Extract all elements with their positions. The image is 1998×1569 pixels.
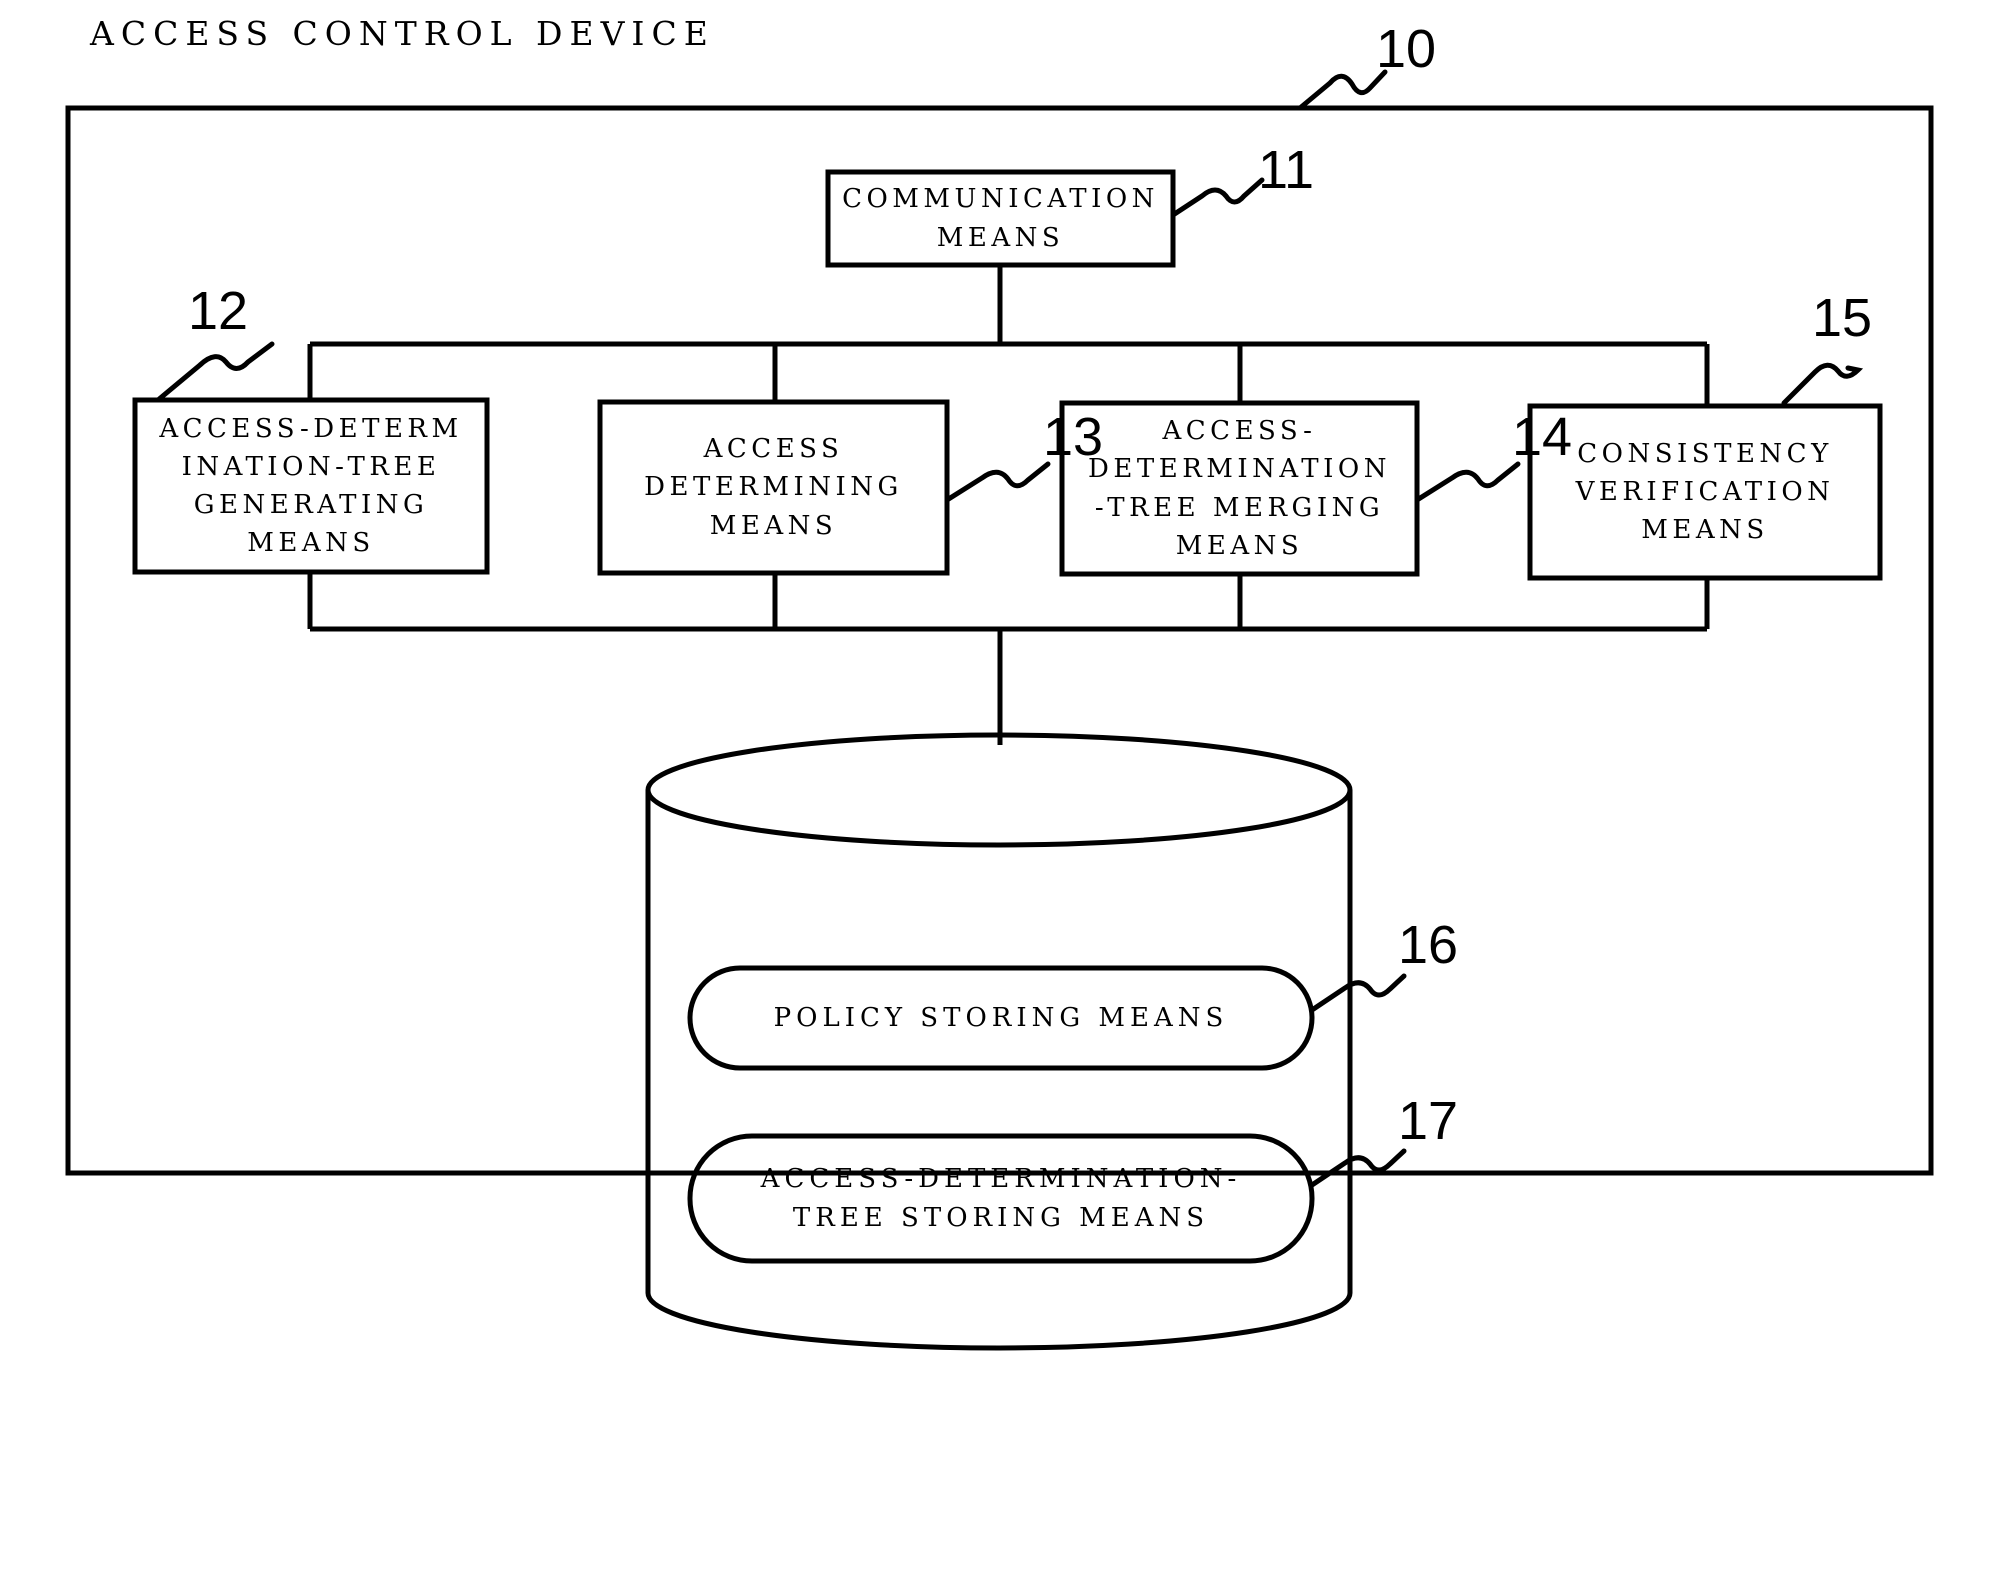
- ref-numeral-10: 10: [1376, 19, 1437, 79]
- policy-storing-means-block: POLICY STORING MEANS: [690, 968, 1312, 1068]
- tree-storing-means-block: ACCESS-DETERMINATION- TREE STORING MEANS: [690, 1136, 1312, 1261]
- leader-line-11: [1170, 177, 1265, 218]
- ref-numeral-15: 15: [1812, 288, 1873, 348]
- tree-generating-line-3: GENERATING: [193, 490, 429, 520]
- consistency-verification-means-block: CONSISTENCY VERIFICATION MEANS: [1530, 406, 1880, 578]
- ref-numeral-16: 16: [1398, 915, 1459, 975]
- tree-merging-line-3: -TREE MERGING: [1094, 492, 1385, 523]
- consistency-line-2: VERIFICATION: [1575, 476, 1835, 507]
- tree-generating-line-1: ACCESS-DETERM: [159, 413, 463, 444]
- tree-generating-line-2: INATION-TREE: [181, 451, 441, 482]
- consistency-line-1: CONSISTENCY: [1577, 438, 1833, 469]
- patent-figure: ACCESS CONTROL DEVICE 10 11 12 13 14 15 …: [0, 0, 1998, 1569]
- tree-merging-means-block: ACCESS- DETERMINATION -TREE MERGING MEAN…: [1062, 403, 1417, 574]
- policy-store-line-1: POLICY STORING MEANS: [773, 1002, 1229, 1033]
- tree-generating-means-block: ACCESS-DETERM INATION-TREE GENERATING ME…: [135, 400, 487, 572]
- leader-line-16: [1309, 973, 1407, 1013]
- leader-line-10: [1297, 69, 1388, 111]
- ref-numeral-11: 11: [1258, 140, 1315, 200]
- access-determining-line-2: DETERMINING: [644, 472, 903, 503]
- leader-line-12: [155, 341, 275, 403]
- leader-line-13: [944, 461, 1051, 503]
- tree-store-line-1: ACCESS-DETERMINATION-: [760, 1163, 1242, 1194]
- tree-merging-line-1: ACCESS-: [1162, 416, 1317, 447]
- tree-store-line-2: TREE STORING MEANS: [792, 1202, 1210, 1233]
- tree-merging-line-4: MEANS: [1175, 530, 1304, 561]
- communication-line-2: MEANS: [936, 222, 1065, 253]
- consistency-line-3: MEANS: [1641, 515, 1769, 546]
- cylinder-bottom-arc: [645, 1292, 1353, 1351]
- communication-means-block: COMMUNICATION MEANS: [828, 172, 1173, 265]
- tree-generating-line-4: MEANS: [247, 528, 375, 559]
- leader-line-17: [1309, 1148, 1407, 1188]
- leader-line-14: [1414, 461, 1521, 503]
- tree-merging-line-2: DETERMINATION: [1088, 454, 1391, 485]
- leader-line-15: [1781, 362, 1864, 406]
- communication-line-1: COMMUNICATION: [842, 184, 1159, 215]
- access-determining-means-block: ACCESS DETERMINING MEANS: [600, 402, 947, 573]
- cylinder-top-ellipse: [645, 732, 1353, 848]
- ref-numeral-17: 17: [1398, 1091, 1459, 1151]
- access-determining-line-1: ACCESS: [703, 434, 844, 465]
- access-determining-line-3: MEANS: [709, 510, 838, 541]
- ref-numeral-12: 12: [188, 281, 249, 341]
